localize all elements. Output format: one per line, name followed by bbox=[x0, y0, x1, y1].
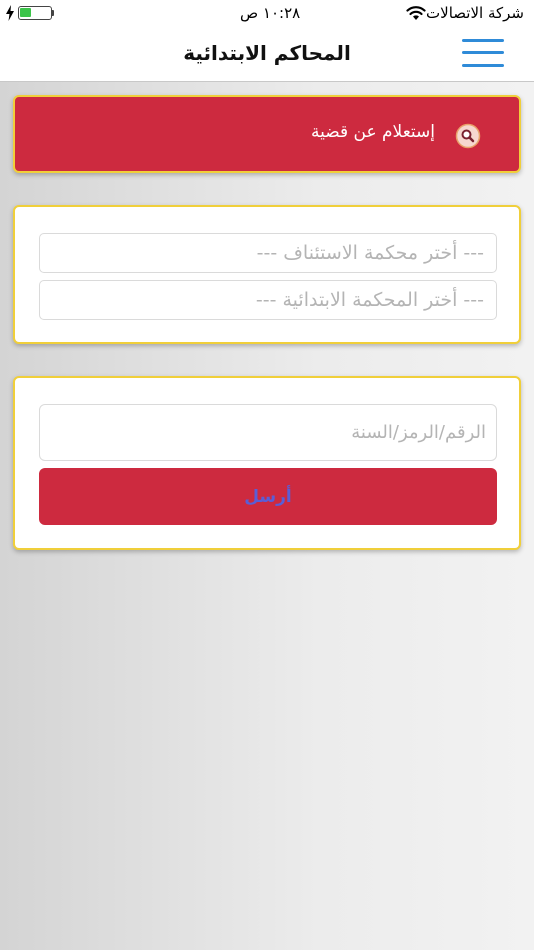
wifi-icon bbox=[406, 6, 426, 20]
battery-tip bbox=[52, 10, 54, 16]
charging-icon bbox=[6, 5, 14, 21]
navigation-bar: المحاكم الابتدائية bbox=[0, 28, 534, 82]
appeal-court-select[interactable]: --- أختر محكمة الاستئناف --- bbox=[39, 233, 497, 273]
battery-icon bbox=[18, 6, 52, 20]
carrier-name: شركة الاتصالات bbox=[426, 4, 524, 22]
case-number-input[interactable] bbox=[39, 404, 497, 461]
primary-court-select[interactable]: --- أختر المحكمة الابتدائية --- bbox=[39, 280, 497, 320]
status-bar: شركة الاتصالات ١٠:٢٨ ص bbox=[0, 0, 534, 28]
case-inquiry-button[interactable]: إستعلام عن قضية bbox=[13, 95, 521, 173]
court-selection-card: --- أختر محكمة الاستئناف --- --- أختر ال… bbox=[13, 205, 521, 344]
case-inquiry-label: إستعلام عن قضية bbox=[311, 122, 435, 142]
case-search-card: أرسل bbox=[13, 376, 521, 550]
submit-button[interactable]: أرسل bbox=[39, 468, 497, 525]
status-time: ١٠:٢٨ ص bbox=[240, 4, 301, 22]
page-title: المحاكم الابتدائية bbox=[183, 41, 351, 65]
hamburger-menu-icon[interactable] bbox=[462, 38, 504, 70]
search-icon bbox=[455, 123, 481, 149]
